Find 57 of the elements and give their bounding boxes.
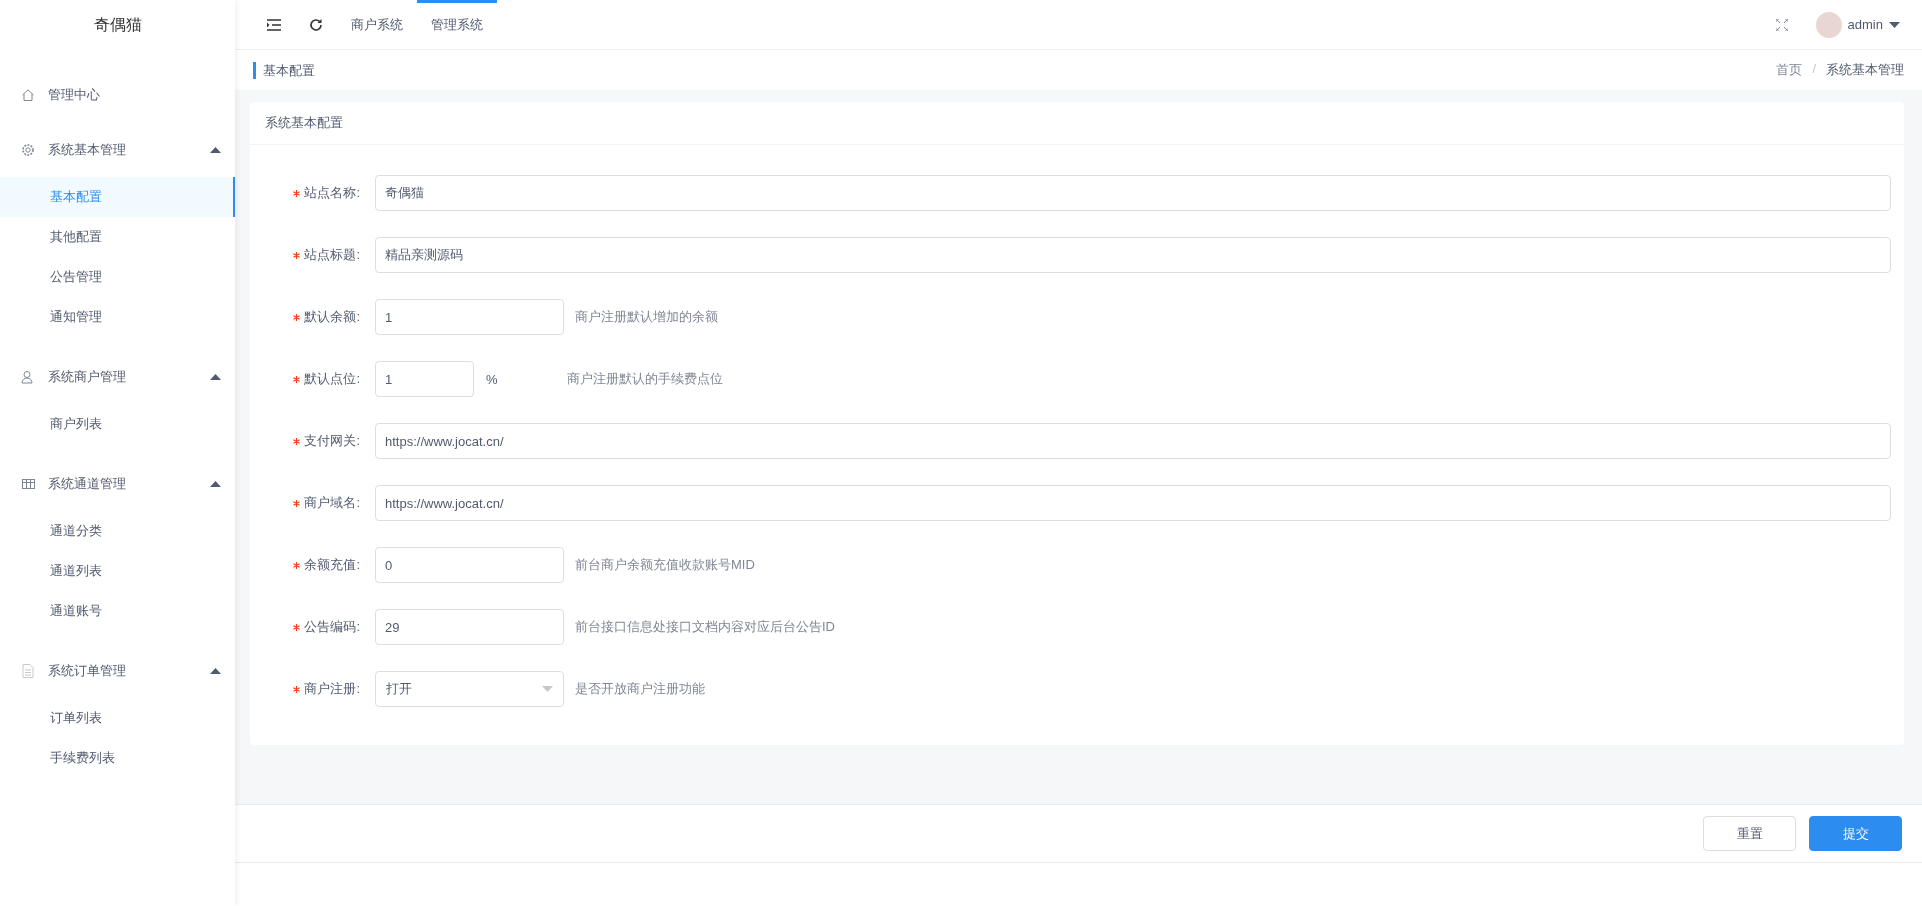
field-hint: 商户注册默认的手续费点位 xyxy=(567,370,723,388)
field-label: 商户注册: xyxy=(304,680,360,698)
user-icon xyxy=(21,369,35,384)
input-field[interactable]: 29 xyxy=(375,609,564,645)
field-hint: 是否开放商户注册功能 xyxy=(575,680,705,698)
input-field[interactable]: 精品亲测源码 xyxy=(375,237,1891,273)
field-label: 站点名称: xyxy=(304,184,360,202)
home-icon xyxy=(21,87,35,102)
field-label: 默认点位: xyxy=(304,370,360,388)
field-label: 站点标题: xyxy=(304,246,360,264)
menu-group[interactable]: 系统通道管理 xyxy=(0,456,235,511)
select-field[interactable]: 打开 xyxy=(375,671,564,707)
breadcrumb-item[interactable]: 首页 xyxy=(1776,61,1803,79)
input-field[interactable]: 1 xyxy=(375,299,564,335)
field-hint: 商户注册默认增加的余额 xyxy=(575,308,718,326)
logo-text: 奇偶猫 xyxy=(93,14,142,35)
menu-group[interactable]: 系统订单管理 xyxy=(0,643,235,698)
field-hint: 前台接口信息处接口文档内容对应后台公告ID xyxy=(575,618,835,636)
caret-icon xyxy=(1889,21,1900,28)
menu-item[interactable]: 手续费列表 xyxy=(0,738,235,778)
field-label: 支付网关: xyxy=(304,432,360,450)
menu-item[interactable]: 其他配置 xyxy=(0,217,235,257)
card-title: 系统基本配置 xyxy=(265,114,343,132)
breadcrumb-item: 系统基本管理 xyxy=(1826,61,1904,79)
document-icon xyxy=(22,663,34,678)
field-label: 余额充值: xyxy=(304,556,360,574)
settings-icon xyxy=(21,142,35,157)
menu-item[interactable]: 通道列表 xyxy=(0,551,235,591)
breadcrumb-separator: / xyxy=(1812,61,1816,78)
input-field[interactable]: https://www.jocat.cn/ xyxy=(375,485,1891,521)
field-hint: 前台商户余额充值收款账号MID xyxy=(575,556,755,574)
reset-button[interactable]: 重置 xyxy=(1703,816,1796,851)
refresh-icon xyxy=(309,17,323,32)
input-field[interactable]: https://www.jocat.cn/ xyxy=(375,423,1891,459)
unit-label: % xyxy=(485,371,499,387)
menu-group[interactable]: 管理中心 xyxy=(0,67,235,122)
menu-item[interactable]: 通道账号 xyxy=(0,591,235,631)
field-label: 公告编码: xyxy=(304,618,360,636)
fullscreen-icon[interactable] xyxy=(1775,18,1788,31)
input-field[interactable]: 1 xyxy=(375,361,474,397)
menu-item[interactable]: 通知管理 xyxy=(0,297,235,337)
table-icon xyxy=(21,478,35,489)
menu-group[interactable]: 系统商户管理 xyxy=(0,349,235,404)
menu-item[interactable]: 商户列表 xyxy=(0,404,235,444)
field-label: 默认余额: xyxy=(304,308,360,326)
user-name[interactable]: admin xyxy=(1847,17,1883,32)
input-field[interactable]: 0 xyxy=(375,547,564,583)
menu-item[interactable]: 订单列表 xyxy=(0,698,235,738)
menu-fold-icon xyxy=(267,18,281,31)
input-field[interactable]: 奇偶猫 xyxy=(375,175,1891,211)
field-label: 商户域名: xyxy=(304,494,360,512)
page-title: 基本配置 xyxy=(253,61,315,79)
nav-tab[interactable]: 商户系统 xyxy=(337,0,417,49)
menu-group[interactable]: 系统基本管理 xyxy=(0,122,235,177)
menu-item[interactable]: 公告管理 xyxy=(0,257,235,297)
dropdown-arrow-icon xyxy=(542,686,553,692)
menu-item[interactable]: 通道分类 xyxy=(0,511,235,551)
